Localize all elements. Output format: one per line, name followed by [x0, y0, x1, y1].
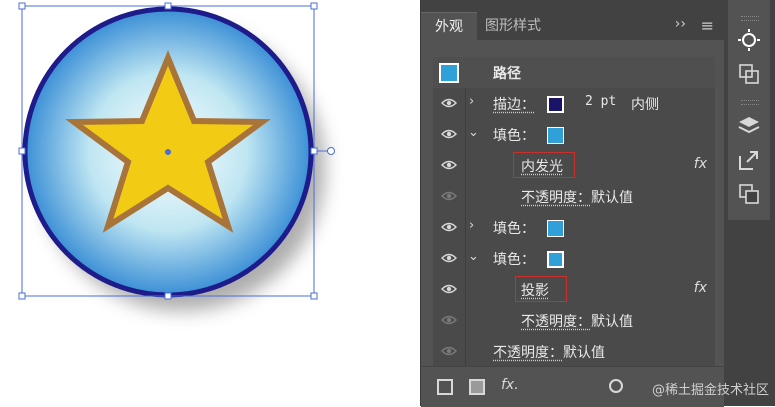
fill-row-3[interactable]: ⌄ 填色： [433, 243, 715, 275]
drop-shadow-effect[interactable]: 投影 [521, 280, 549, 300]
panel-tab-bar: 外观 图形样式 ›› ≡ [421, 0, 724, 40]
opacity-label: 不透明度：默认值 [521, 311, 633, 331]
clear-appearance-icon[interactable] [609, 379, 623, 393]
panel-menu-icon[interactable]: ≡ [701, 16, 714, 35]
right-tool-strip [724, 0, 775, 406]
artwork[interactable] [0, 0, 420, 406]
visibility-toggle[interactable] [435, 274, 466, 305]
opacity-row-main[interactable]: 不透明度：默认值 [433, 336, 715, 368]
visibility-toggle[interactable] [435, 181, 466, 212]
add-new-stroke-icon[interactable] [437, 379, 453, 395]
opacity-label-text[interactable]: 不透明度： [493, 345, 563, 361]
tool-column [728, 0, 770, 220]
fill-row-1[interactable]: ⌄ 填色： [433, 119, 715, 151]
chevron-down-icon[interactable]: ⌄ [468, 249, 479, 264]
opacity-row-2[interactable]: 不透明度：默认值 [433, 305, 715, 337]
stroke-label[interactable]: 描边： [493, 94, 535, 114]
effect-row-drop-shadow[interactable]: 投影 fx [433, 274, 715, 306]
expand-panel-icon[interactable]: ›› [675, 16, 686, 32]
eye-icon [441, 190, 457, 202]
crop-icon[interactable] [737, 62, 761, 86]
visibility-toggle[interactable] [435, 336, 466, 367]
eye-icon [441, 221, 457, 233]
layers-icon[interactable] [737, 114, 761, 138]
appearance-panel: 外观 图形样式 ›› ≡ 路径 › 描边： 2 pt 内侧 ⌄ 填色： 内发光 … [420, 0, 724, 406]
opacity-value: 默认值 [591, 190, 633, 206]
tab-appearance[interactable]: 外观 [421, 12, 477, 41]
visibility-toggle[interactable] [435, 212, 466, 243]
stroke-align: 内侧 [631, 94, 659, 114]
visibility-toggle[interactable] [435, 88, 466, 119]
eye-icon [441, 283, 457, 295]
visibility-toggle[interactable] [435, 150, 466, 181]
add-new-fill-icon[interactable] [469, 379, 485, 395]
add-effect-icon[interactable]: fx. [501, 377, 519, 393]
fill-swatch[interactable] [547, 220, 564, 237]
export-icon[interactable] [737, 148, 761, 172]
object-thumbnail-icon [439, 63, 459, 83]
object-type-label: 路径 [493, 63, 521, 83]
visibility-toggle[interactable] [435, 243, 466, 274]
fill-swatch[interactable] [547, 127, 564, 144]
eye-icon [441, 252, 457, 264]
chevron-down-icon[interactable]: ⌄ [468, 125, 479, 140]
object-header-row[interactable]: 路径 [433, 57, 715, 89]
fill-swatch[interactable] [547, 251, 564, 268]
tab-graphic-styles[interactable]: 图形样式 [485, 12, 541, 40]
fx-icon[interactable]: fx [694, 156, 707, 172]
fx-icon[interactable]: fx [694, 280, 707, 296]
inner-glow-effect[interactable]: 内发光 [521, 156, 563, 176]
eye-icon [441, 128, 457, 140]
chevron-right-icon[interactable]: › [469, 218, 474, 233]
sun-icon[interactable] [737, 28, 761, 52]
visibility-toggle[interactable] [435, 119, 466, 150]
opacity-value: 默认值 [591, 314, 633, 330]
effect-row-inner-glow[interactable]: 内发光 fx [433, 150, 715, 182]
fill-row-2[interactable]: › 填色： [433, 212, 715, 244]
stroke-weight: 2 pt [585, 94, 616, 109]
eye-icon [441, 97, 457, 109]
opacity-value: 默认值 [563, 345, 605, 361]
fill-label[interactable]: 填色： [493, 125, 535, 145]
center-point [165, 149, 171, 155]
grip-handle[interactable] [741, 100, 759, 105]
stroke-row[interactable]: › 描边： 2 pt 内侧 [433, 88, 715, 120]
opacity-label-text[interactable]: 不透明度： [521, 314, 591, 330]
grip-handle[interactable] [741, 16, 759, 21]
rotate-handle[interactable] [328, 148, 335, 155]
opacity-label: 不透明度：默认值 [521, 187, 633, 207]
opacity-row-1[interactable]: 不透明度：默认值 [433, 181, 715, 213]
visibility-toggle[interactable] [435, 305, 466, 336]
stroke-swatch[interactable] [547, 96, 564, 113]
fill-label[interactable]: 填色： [493, 249, 535, 269]
watermark: @稀土掘金技术社区 [652, 379, 769, 398]
fill-label[interactable]: 填色： [493, 218, 535, 238]
opacity-label-text[interactable]: 不透明度： [521, 190, 591, 206]
eye-icon [441, 314, 457, 326]
eye-icon [441, 159, 457, 171]
duplicate-icon[interactable] [737, 182, 761, 206]
chevron-right-icon[interactable]: › [469, 94, 474, 109]
opacity-label: 不透明度：默认值 [493, 342, 605, 362]
eye-icon [441, 345, 457, 357]
artboard[interactable] [0, 0, 420, 406]
